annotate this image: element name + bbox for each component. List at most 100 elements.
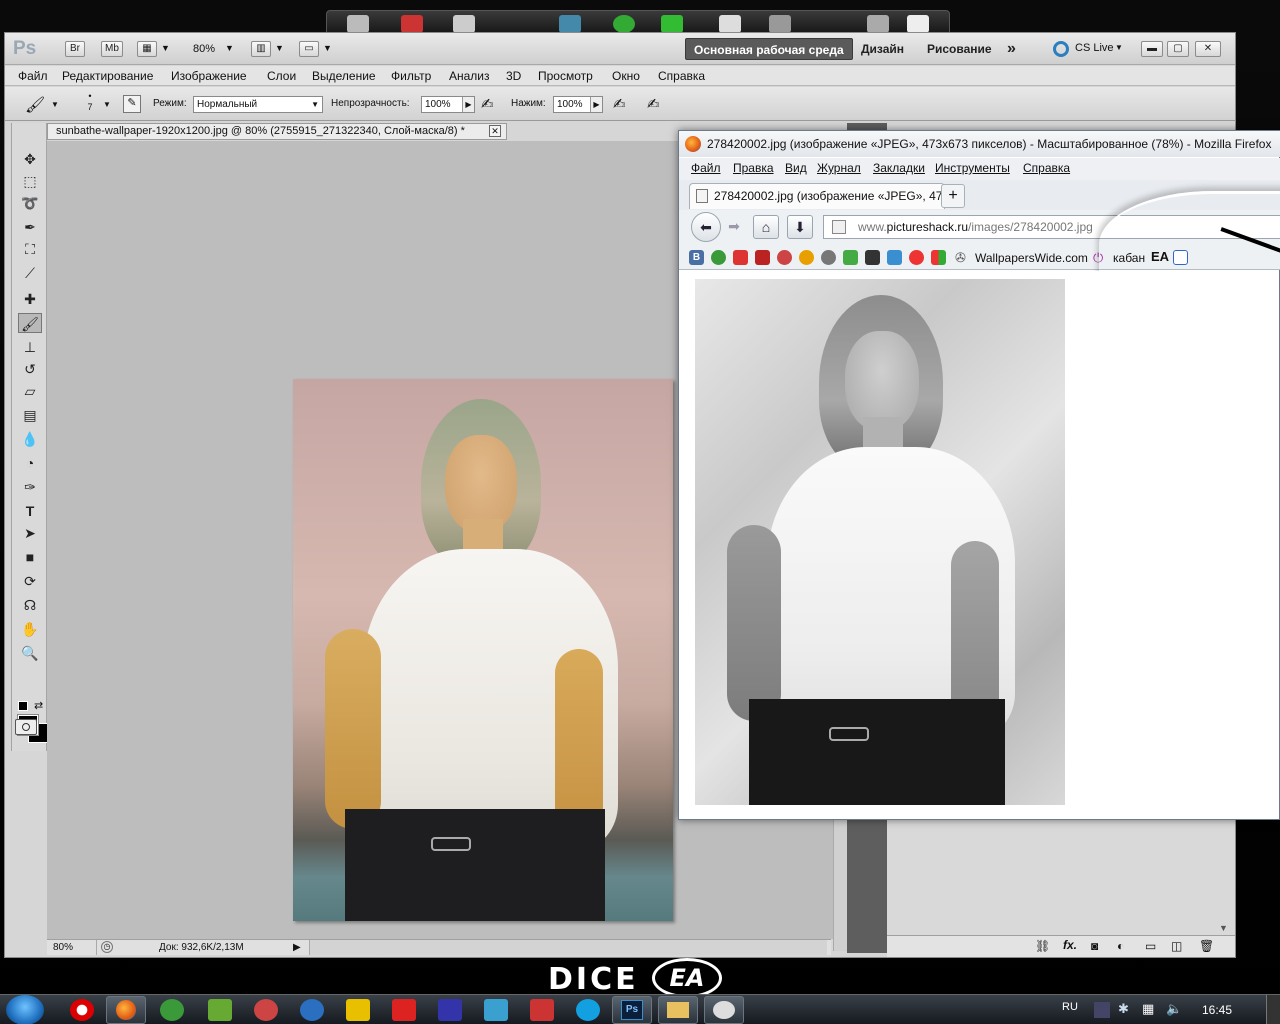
chevron-down-icon[interactable]: ▼ — [161, 43, 170, 53]
app-icon[interactable] — [769, 15, 791, 33]
app-icon[interactable] — [453, 15, 475, 33]
workspace-design-button[interactable]: Дизайн — [853, 38, 912, 60]
png-icon[interactable] — [661, 15, 683, 33]
taskbar-explorer[interactable] — [658, 996, 698, 1024]
bookmark-icon[interactable] — [909, 250, 924, 265]
eyedropper-tool-icon[interactable]: ⟋ — [18, 263, 42, 283]
firefox-titlebar[interactable]: 278420002.jpg (изображение «JPEG», 473x6… — [679, 131, 1280, 157]
maximize-button[interactable]: ▢ — [1167, 41, 1189, 57]
app-icon[interactable] — [208, 999, 232, 1021]
default-colors-icon[interactable] — [18, 701, 28, 711]
menu-help[interactable]: Справка — [658, 69, 705, 83]
app-icon[interactable] — [346, 999, 370, 1021]
app-icon[interactable] — [484, 999, 508, 1021]
chevron-down-icon[interactable]: ▼ — [275, 43, 284, 53]
app-icon[interactable] — [300, 999, 324, 1021]
chevron-down-icon[interactable]: ▼ — [1219, 923, 1228, 933]
ff-menu-tools[interactable]: Инструменты — [935, 161, 1010, 175]
tray-icon[interactable] — [1094, 1002, 1110, 1018]
app-icon[interactable] — [401, 15, 423, 33]
forward-button[interactable]: ➡ — [721, 215, 747, 239]
mini-bridge-button[interactable]: Mb — [101, 41, 123, 57]
network-icon[interactable]: ▦ — [1142, 1001, 1154, 1017]
bookmark-icon[interactable] — [1173, 250, 1188, 265]
menu-analysis[interactable]: Анализ — [449, 69, 490, 83]
quick-mask-button[interactable] — [15, 719, 37, 735]
new-tab-button[interactable]: + — [941, 184, 965, 208]
cs-live-button[interactable]: CS Live — [1075, 42, 1114, 54]
view-extras-button[interactable]: ▦ — [137, 41, 157, 57]
bluetooth-icon[interactable]: ✱ — [1118, 1001, 1129, 1017]
bookmark-icon[interactable] — [887, 250, 902, 265]
path-selection-tool-icon[interactable]: ➤ — [18, 523, 42, 543]
new-layer-icon[interactable]: ◫ — [1171, 939, 1182, 953]
eraser-tool-icon[interactable]: ▱ — [18, 381, 42, 401]
utorrent-bookmark-icon[interactable] — [711, 250, 726, 265]
chevron-down-icon[interactable]: ▼ — [323, 43, 332, 53]
show-desktop-button[interactable] — [1266, 995, 1280, 1024]
app-icon[interactable] — [347, 15, 369, 33]
arrange-documents-button[interactable]: ▥ — [251, 41, 271, 57]
brush-tool-icon[interactable]: 🖌 — [18, 313, 42, 333]
save-icon[interactable] — [438, 999, 462, 1021]
hand-tool-icon[interactable]: ✋ — [18, 619, 42, 639]
bookmark-icon[interactable] — [733, 250, 748, 265]
menu-select[interactable]: Выделение — [312, 69, 376, 83]
layer-style-icon[interactable]: fx. — [1063, 938, 1077, 952]
utorrent-icon[interactable] — [160, 999, 184, 1021]
quick-selection-tool-icon[interactable]: ✒ — [18, 217, 42, 237]
flow-input[interactable]: 100% ▶ — [553, 96, 603, 113]
opacity-input[interactable]: 100% ▶ — [421, 96, 475, 113]
marquee-tool-icon[interactable]: ⬚ — [18, 171, 42, 191]
zoom-level[interactable]: 80% — [193, 43, 215, 55]
brush-panel-icon[interactable]: ✎ — [123, 95, 141, 113]
ff-menu-edit[interactable]: Правка — [733, 161, 774, 175]
menu-view[interactable]: Просмотр — [538, 69, 593, 83]
ff-menu-bookmarks[interactable]: Закладки — [873, 161, 925, 175]
back-button[interactable]: ⬅ — [691, 212, 721, 242]
taskbar-firefox[interactable] — [106, 996, 146, 1024]
crop-tool-icon[interactable]: ⛶ — [18, 239, 42, 259]
ff-menu-help[interactable]: Справка — [1023, 161, 1070, 175]
mail-bookmark-icon[interactable] — [799, 250, 814, 265]
wallpaperswide-bookmark[interactable]: WallpapersWide.com — [975, 251, 1088, 265]
close-button[interactable]: ✕ — [1195, 41, 1221, 57]
chevron-down-icon[interactable]: ▼ — [1115, 43, 1123, 52]
tablet-size-icon[interactable]: ✍ — [647, 95, 660, 113]
lasso-tool-icon[interactable]: ➰ — [18, 193, 42, 213]
chevron-right-icon[interactable]: ▶ — [462, 97, 474, 112]
bookmark-icon[interactable] — [755, 250, 770, 265]
system-clock[interactable]: 16:45 — [1202, 1003, 1232, 1017]
blur-tool-icon[interactable]: 💧 — [18, 429, 42, 449]
home-button[interactable]: ⌂ — [753, 215, 779, 239]
chevron-right-icon[interactable]: ▶ — [590, 97, 602, 112]
browser-tab[interactable]: 278420002.jpg (изображение «JPEG», 47... — [689, 183, 945, 209]
image-viewer-content[interactable] — [679, 271, 1279, 811]
taskbar-photoshop[interactable]: Ps — [612, 996, 652, 1024]
minimize-button[interactable]: ▬ — [1141, 41, 1163, 57]
menu-image[interactable]: Изображение — [171, 69, 247, 83]
bookmark-icon[interactable] — [821, 250, 836, 265]
gradient-tool-icon[interactable]: ▤ — [18, 405, 42, 425]
menu-edit[interactable]: Редактирование — [62, 69, 153, 83]
menu-filter[interactable]: Фильтр — [391, 69, 431, 83]
bookmark-icon[interactable] — [843, 250, 858, 265]
menu-3d[interactable]: 3D — [506, 69, 521, 83]
ff-menu-file[interactable]: Файл — [691, 161, 721, 175]
workspace-essentials-button[interactable]: Основная рабочая среда — [685, 38, 853, 60]
bookmark-icon[interactable] — [931, 250, 946, 265]
history-brush-tool-icon[interactable]: ↺ — [18, 359, 42, 379]
film-bookmark-icon[interactable] — [865, 250, 880, 265]
app-icon[interactable] — [392, 999, 416, 1021]
menu-file[interactable]: Файл — [18, 69, 48, 83]
airbrush-icon[interactable]: ✍ — [613, 95, 626, 113]
app-icon[interactable] — [719, 15, 741, 33]
chevron-down-icon[interactable]: ▼ — [51, 100, 59, 109]
brush-size-picker[interactable]: • 7 — [83, 91, 97, 113]
app-icon[interactable] — [867, 15, 889, 33]
clone-stamp-tool-icon[interactable]: ⊥ — [18, 337, 42, 357]
horizontal-scrollbar[interactable] — [309, 940, 827, 955]
3d-rotate-tool-icon[interactable]: ⟳ — [18, 571, 42, 591]
zoom-tool-icon[interactable]: 🔍 — [18, 643, 42, 663]
chevron-down-icon[interactable]: ▼ — [225, 43, 234, 53]
